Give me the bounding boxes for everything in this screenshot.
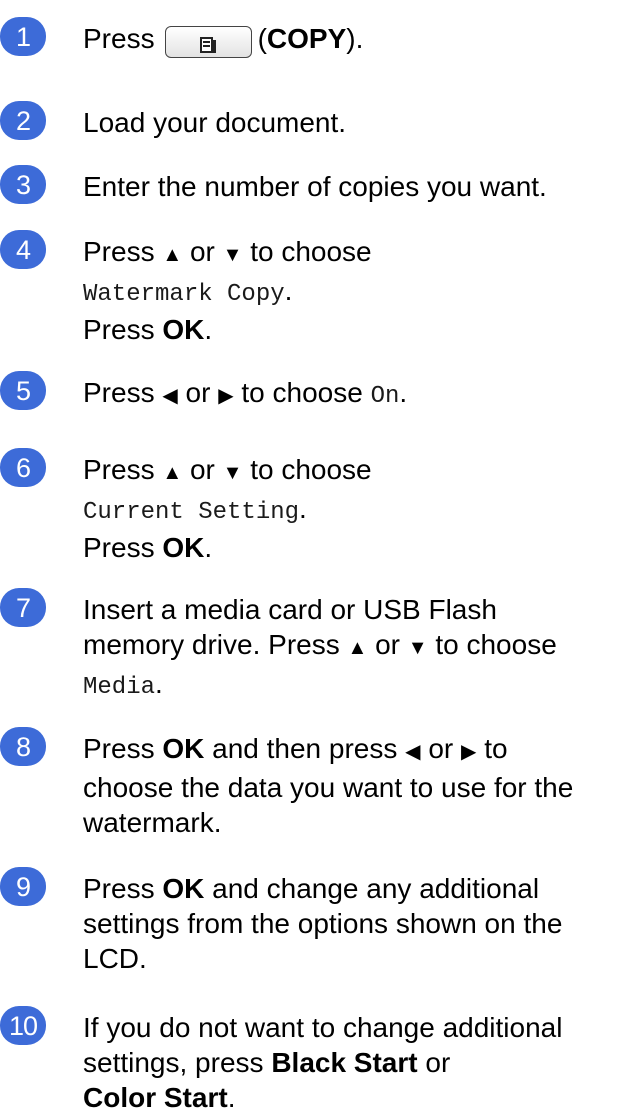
step-number-badge: 7 <box>0 588 46 627</box>
menu-option: Current Setting <box>83 499 300 526</box>
up-arrow-icon: ▲ <box>162 244 183 266</box>
down-arrow-icon: ▼ <box>222 244 243 266</box>
down-arrow-icon: ▼ <box>407 637 428 659</box>
menu-option: Media <box>83 674 156 701</box>
step-number-badge: 1 <box>0 17 46 56</box>
color-start-key: Color Start <box>83 1082 228 1113</box>
step-number-badge: 5 <box>0 371 46 410</box>
step-number-badge: 6 <box>0 448 46 487</box>
step-number-badge: 9 <box>0 867 46 906</box>
left-arrow-icon: ◀ <box>405 741 421 763</box>
step-text: Enter the number of copies you want. <box>83 171 547 202</box>
ok-key: OK <box>162 532 205 563</box>
step-text: Press (COPY). <box>83 21 618 58</box>
step-text: Press OK and change any additional setti… <box>83 873 563 974</box>
right-arrow-icon: ▶ <box>461 741 477 763</box>
step-text: Press ◀ or ▶ to choose On. <box>83 377 408 410</box>
step-number-badge: 4 <box>0 230 46 269</box>
menu-option: Watermark Copy <box>83 281 285 308</box>
step-text: Press ▲ or ▼ to choose Watermark Copy. P… <box>83 236 372 345</box>
ok-key: OK <box>162 873 205 904</box>
ok-key: OK <box>162 314 205 345</box>
up-arrow-icon: ▲ <box>347 637 368 659</box>
copy-button[interactable] <box>164 26 252 58</box>
down-arrow-icon: ▼ <box>222 462 243 484</box>
menu-option: On <box>370 383 400 410</box>
black-start-key: Black Start <box>271 1047 418 1078</box>
right-arrow-icon: ▶ <box>218 385 234 407</box>
step-text: If you do not want to change additional … <box>83 1012 563 1113</box>
step-number-badge: 2 <box>0 101 46 140</box>
step-text: Load your document. <box>83 107 347 138</box>
step-number-badge: 3 <box>0 165 46 204</box>
step-text: Press OK and then press ◀ or ▶ to choose… <box>83 733 574 838</box>
left-arrow-icon: ◀ <box>162 385 178 407</box>
up-arrow-icon: ▲ <box>162 462 183 484</box>
copy-icon <box>200 37 217 53</box>
step-number-badge: 8 <box>0 727 46 766</box>
step-number-badge: 10 <box>0 1006 46 1045</box>
step-text: Insert a media card or USB Flash memory … <box>83 594 557 701</box>
step-text: Press ▲ or ▼ to choose Current Setting. … <box>83 454 372 563</box>
ok-key: OK <box>162 733 205 764</box>
